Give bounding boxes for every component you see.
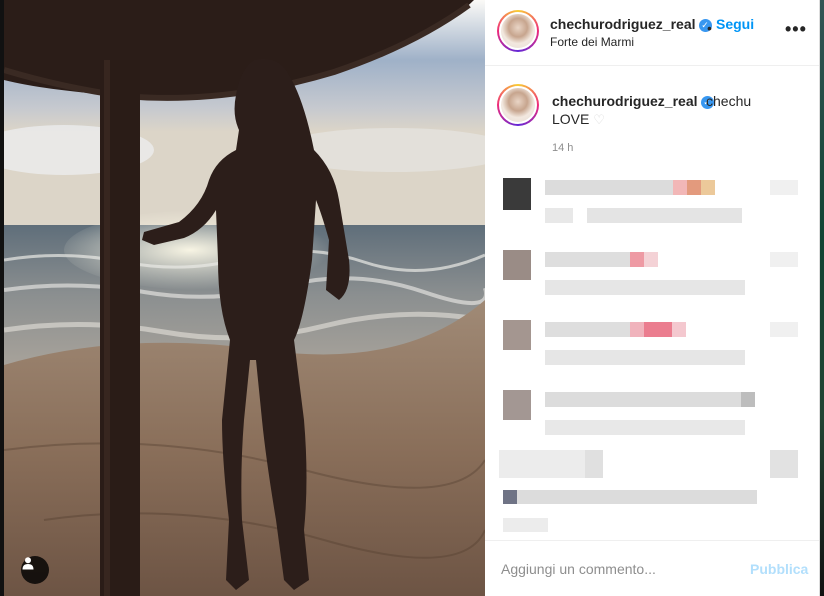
censored-comment (485, 446, 820, 536)
post-details-panel: chechurodriguez_real ✓ • Segui Forte dei … (485, 0, 820, 596)
post-header: chechurodriguez_real ✓ • Segui Forte dei … (485, 0, 820, 66)
caption-text: chechu (706, 93, 752, 109)
post-timestamp[interactable]: 14 h (552, 142, 573, 154)
separator-dot: • (707, 20, 712, 36)
caption-love: LOVE (552, 111, 590, 127)
caption-avatar[interactable] (497, 84, 539, 126)
author-username-link[interactable]: chechurodriguez_real ✓ (550, 16, 712, 32)
panel-divider (819, 0, 820, 596)
comment-input[interactable] (501, 561, 731, 577)
caption-text-line2: LOVE ♡ (552, 111, 605, 128)
caption-username[interactable]: chechurodriguez_real (552, 93, 698, 109)
post-photo[interactable] (4, 0, 485, 596)
author-username[interactable]: chechurodriguez_real (550, 16, 696, 32)
censored-comment (485, 380, 820, 440)
publish-button[interactable]: Pubblica (750, 561, 808, 577)
author-avatar[interactable] (497, 10, 539, 52)
location-link[interactable]: Forte dei Marmi (550, 35, 634, 49)
follow-button[interactable]: Segui (716, 16, 754, 32)
censored-comment (485, 170, 820, 230)
user-icon (22, 557, 34, 570)
beach-silhouette-image (4, 0, 485, 596)
white-heart-icon: ♡ (593, 112, 605, 127)
censored-comment (485, 310, 820, 370)
caption-username-link[interactable]: chechurodriguez_real ✓ (552, 93, 714, 109)
comment-bar: Pubblica (485, 540, 820, 596)
more-options-icon[interactable]: ••• (785, 20, 807, 38)
censored-comment (485, 240, 820, 300)
user-tag-button[interactable] (21, 556, 49, 584)
